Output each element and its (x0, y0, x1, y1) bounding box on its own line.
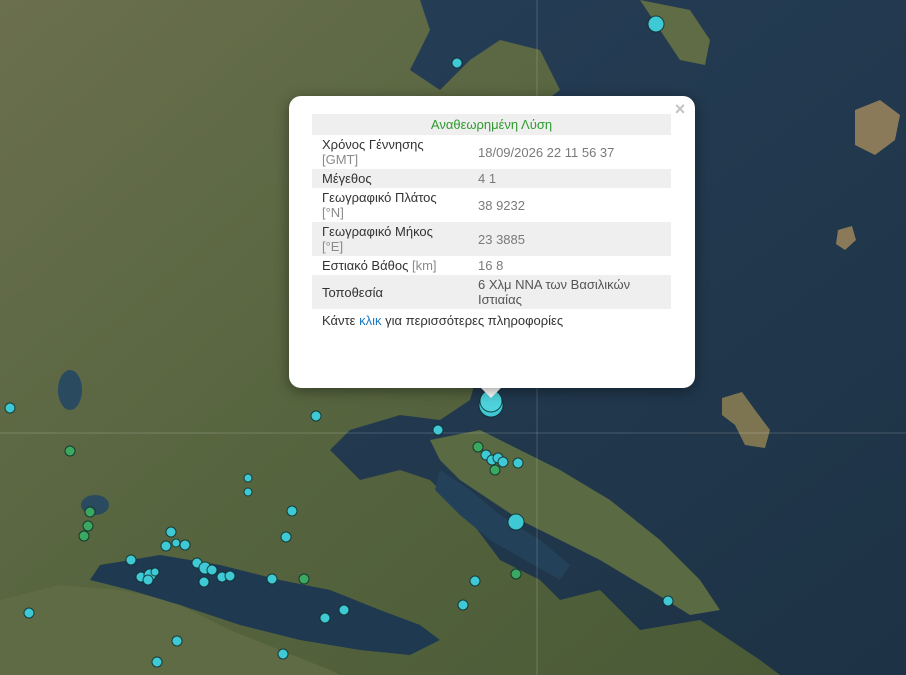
label-text: Τοποθεσία (322, 284, 384, 300)
quake-marker[interactable] (507, 513, 525, 531)
quake-marker[interactable] (432, 424, 444, 436)
quake-marker[interactable] (286, 505, 298, 517)
info-label: Χρόνος Γέννησης [GMT] (312, 135, 468, 169)
label-text: Γεωγραφικό Πλάτος (322, 190, 437, 205)
info-label: Τοποθεσία (312, 275, 468, 309)
quake-marker[interactable] (243, 487, 253, 497)
footer-prefix: Κάντε (322, 313, 356, 328)
info-value: 23 3885 (468, 222, 671, 256)
info-value: 38 9232 (478, 197, 525, 213)
info-value: 6 Χλμ ΝΝΑ των Βασιλικών Ιστιαίας (468, 275, 671, 309)
quake-marker[interactable] (125, 554, 137, 566)
quake-marker[interactable] (457, 599, 469, 611)
label-unit: [km] (411, 258, 437, 273)
quake-marker[interactable] (489, 464, 501, 476)
quake-marker[interactable] (171, 635, 183, 647)
quake-marker[interactable] (206, 564, 218, 576)
popup-footer: Κάντε κλικ για περισσότερες πληροφορίες (312, 309, 671, 330)
info-value: 4 1 (468, 169, 671, 188)
footer-suffix: για περισσότερες πληροφορίες (385, 313, 564, 328)
info-value: 16 8 (478, 258, 504, 273)
info-row-depth: Εστιακό Βάθος [km] 16 8 (312, 256, 671, 275)
quake-marker[interactable] (179, 539, 191, 551)
earthquake-info-popup: × Αναθεωρημένη Λύση Χρόνος Γέννησης [GMT… (289, 96, 695, 388)
quake-marker[interactable] (266, 573, 278, 585)
quake-marker[interactable] (224, 570, 236, 582)
quake-marker[interactable] (142, 574, 154, 586)
quake-marker[interactable] (243, 473, 253, 483)
quake-marker[interactable] (510, 568, 522, 580)
quake-marker[interactable] (84, 506, 96, 518)
quake-marker[interactable] (151, 656, 163, 668)
quake-marker[interactable] (472, 441, 484, 453)
label-text: Γεωγραφικό Μήκος (322, 224, 433, 239)
quake-marker[interactable] (512, 457, 524, 469)
label-text: Μέγεθος (322, 171, 372, 186)
quake-marker[interactable] (277, 648, 289, 660)
earthquake-info-table: Αναθεωρημένη Λύση Χρόνος Γέννησης [GMT] … (312, 114, 671, 330)
quake-marker[interactable] (64, 445, 76, 457)
label-unit: [°N] (322, 205, 344, 220)
quake-marker[interactable] (78, 530, 90, 542)
label-unit: [GMT] (322, 152, 359, 167)
quake-marker[interactable] (82, 520, 94, 532)
quake-marker[interactable] (4, 402, 16, 414)
quake-marker[interactable] (469, 575, 481, 587)
quake-marker[interactable] (150, 567, 160, 577)
quake-marker[interactable] (198, 576, 210, 588)
quake-marker[interactable] (298, 573, 310, 585)
quake-marker[interactable] (310, 410, 322, 422)
quake-marker[interactable] (662, 595, 674, 607)
info-row-longitude: Γεωγραφικό Μήκος [°E] 23 3885 (312, 222, 671, 256)
info-value: 18/09/2026 22 11 56 37 (478, 144, 615, 160)
popup-footer-row: Κάντε κλικ για περισσότερες πληροφορίες (312, 309, 671, 330)
info-label: Μέγεθος (312, 169, 468, 188)
quake-marker[interactable] (497, 456, 509, 468)
quake-marker[interactable] (23, 607, 35, 619)
info-label: Εστιακό Βάθος [km] (312, 256, 468, 275)
quake-marker[interactable] (451, 57, 463, 69)
quake-marker[interactable] (319, 612, 331, 624)
info-row-latitude: Γεωγραφικό Πλάτος [°N] 38 9232 (312, 188, 671, 222)
info-row-origin-time: Χρόνος Γέννησης [GMT] 18/09/2026 22 11 5… (312, 135, 671, 169)
info-label: Γεωγραφικό Πλάτος [°N] (312, 188, 468, 222)
more-info-link[interactable]: κλικ (359, 313, 381, 328)
quake-marker[interactable] (160, 540, 172, 552)
close-icon[interactable]: × (671, 100, 689, 118)
quake-marker[interactable] (165, 526, 177, 538)
info-row-magnitude: Μέγεθος 4 1 (312, 169, 671, 188)
popup-title-row: Αναθεωρημένη Λύση (312, 114, 671, 135)
lake-2 (58, 370, 82, 410)
label-unit: [°E] (322, 239, 344, 254)
label-text: Εστιακό Βάθος (322, 258, 409, 273)
quake-marker[interactable] (280, 531, 292, 543)
info-label: Γεωγραφικό Μήκος [°E] (312, 222, 468, 256)
quake-marker[interactable] (338, 604, 350, 616)
label-text: Χρόνος Γέννησης (322, 137, 424, 152)
popup-title: Αναθεωρημένη Λύση (312, 114, 671, 135)
info-row-location: Τοποθεσία 6 Χλμ ΝΝΑ των Βασιλικών Ιστιαί… (312, 275, 671, 309)
quake-marker[interactable] (647, 15, 665, 33)
quake-marker[interactable] (171, 538, 181, 548)
